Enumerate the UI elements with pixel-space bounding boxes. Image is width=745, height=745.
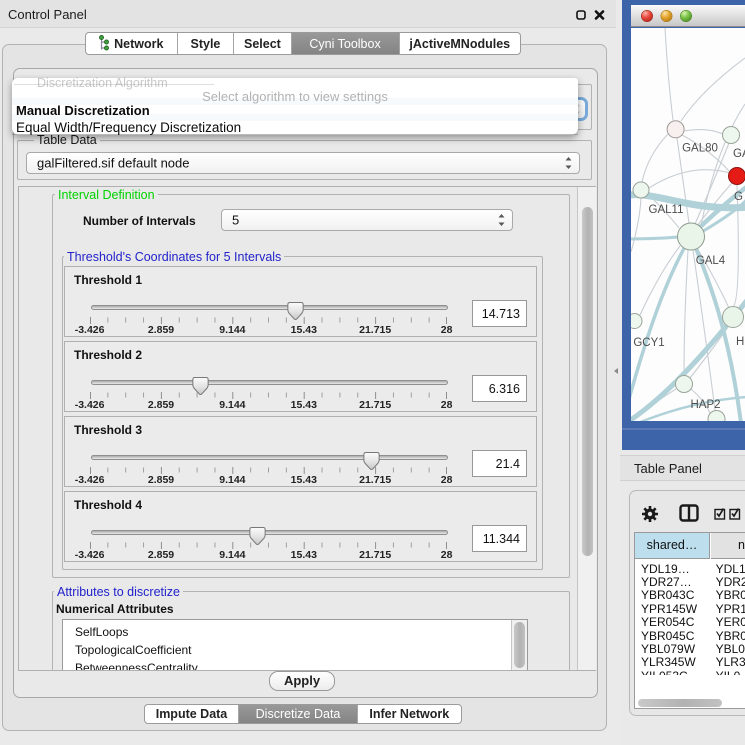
svg-text:HAP2: HAP2	[690, 399, 720, 411]
svg-text:GAL11: GAL11	[649, 204, 684, 216]
svg-text:H: H	[736, 336, 744, 348]
svg-text:GAL80: GAL80	[682, 143, 718, 155]
svg-text:GAL: GAL	[733, 148, 745, 160]
svg-text:GAL4: GAL4	[696, 255, 726, 267]
svg-text:G: G	[734, 191, 743, 203]
svg-text:GCY1: GCY1	[633, 337, 664, 349]
